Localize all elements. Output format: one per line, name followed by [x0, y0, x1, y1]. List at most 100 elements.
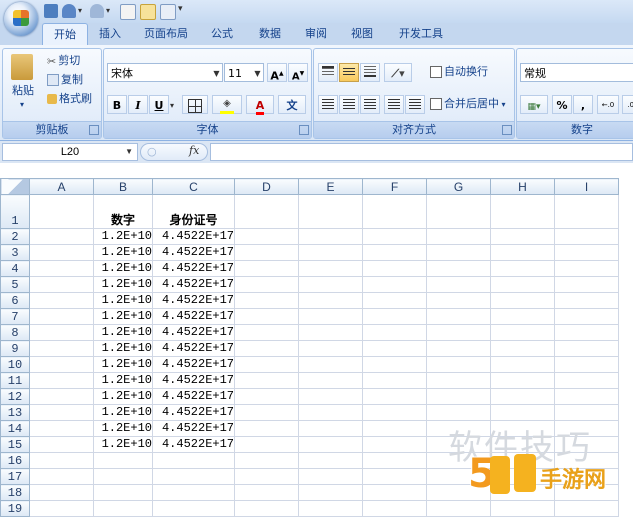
cell[interactable] [554, 276, 619, 293]
cell[interactable] [298, 244, 363, 261]
cell[interactable] [490, 372, 555, 389]
accounting-format-button[interactable]: ▦▾ [520, 95, 548, 114]
tab-review[interactable]: 审阅 [296, 23, 336, 45]
cell[interactable] [29, 260, 94, 277]
cell[interactable] [490, 404, 555, 421]
cell[interactable]: 4.4522E+17 [152, 324, 235, 341]
column-header[interactable]: I [554, 178, 619, 195]
cell[interactable] [234, 292, 299, 309]
cell[interactable] [298, 228, 363, 245]
align-middle-button[interactable] [339, 63, 359, 82]
shrink-font-button[interactable]: A▼ [288, 63, 308, 82]
orientation-button[interactable]: ⟋▾ [384, 63, 412, 82]
formula-input[interactable] [210, 143, 633, 161]
bold-button[interactable]: B [107, 95, 127, 114]
row-header[interactable]: 13 [0, 404, 30, 421]
cell[interactable] [93, 500, 153, 517]
cell[interactable] [234, 500, 299, 517]
cell[interactable] [362, 500, 427, 517]
form-icon[interactable] [160, 4, 176, 20]
undo-icon[interactable] [62, 4, 76, 18]
comma-button[interactable]: , [573, 95, 593, 114]
cell[interactable]: 1.2E+10 [93, 356, 153, 373]
tab-developer[interactable]: 开发工具 [390, 23, 452, 45]
column-header[interactable]: H [490, 178, 555, 195]
tab-view[interactable]: 视图 [342, 23, 382, 45]
cell[interactable] [29, 340, 94, 357]
cell[interactable] [362, 420, 427, 437]
increase-indent-button[interactable] [405, 95, 425, 114]
cell[interactable] [554, 388, 619, 405]
underline-button[interactable]: U [149, 95, 169, 114]
cell[interactable]: 4.4522E+17 [152, 292, 235, 309]
cell[interactable] [554, 500, 619, 517]
cell[interactable] [234, 244, 299, 261]
column-header[interactable]: E [298, 178, 363, 195]
tab-home[interactable]: 开始 [42, 23, 88, 46]
cell[interactable] [234, 194, 299, 229]
cell[interactable] [426, 292, 491, 309]
row-header[interactable]: 3 [0, 244, 30, 261]
cell[interactable]: 1.2E+10 [93, 228, 153, 245]
cell[interactable] [554, 308, 619, 325]
cell[interactable] [29, 484, 94, 501]
cell[interactable] [298, 404, 363, 421]
cell[interactable] [362, 260, 427, 277]
cell[interactable]: 1.2E+10 [93, 404, 153, 421]
cell[interactable]: 1.2E+10 [93, 276, 153, 293]
cell[interactable] [234, 324, 299, 341]
cell[interactable] [298, 420, 363, 437]
cell[interactable] [490, 308, 555, 325]
cell[interactable]: 4.4522E+17 [152, 436, 235, 453]
cell[interactable]: 4.4522E+17 [152, 388, 235, 405]
cell[interactable] [29, 292, 94, 309]
cell[interactable]: 1.2E+10 [93, 372, 153, 389]
cell[interactable] [234, 468, 299, 485]
cell[interactable] [298, 452, 363, 469]
cell[interactable]: 4.4522E+17 [152, 340, 235, 357]
cell[interactable] [152, 452, 235, 469]
cell[interactable]: 4.4522E+17 [152, 244, 235, 261]
column-header[interactable]: D [234, 178, 299, 195]
row-header[interactable]: 10 [0, 356, 30, 373]
grow-font-button[interactable]: A▲ [267, 63, 287, 83]
number-format-select[interactable]: 常规 [520, 63, 633, 82]
row-header[interactable]: 2 [0, 228, 30, 245]
row-header[interactable]: 15 [0, 436, 30, 453]
font-launcher-icon[interactable] [299, 125, 309, 135]
cell[interactable] [362, 468, 427, 485]
cell[interactable] [93, 452, 153, 469]
cell[interactable]: 1.2E+10 [93, 324, 153, 341]
cell[interactable] [554, 356, 619, 373]
cell[interactable] [298, 436, 363, 453]
row-header[interactable]: 6 [0, 292, 30, 309]
cell[interactable] [426, 308, 491, 325]
cell[interactable] [554, 324, 619, 341]
cell[interactable] [362, 388, 427, 405]
underline-dropdown-icon[interactable]: ▾ [170, 101, 174, 110]
cell[interactable] [234, 260, 299, 277]
cell[interactable] [362, 228, 427, 245]
undo-dropdown-icon[interactable]: ▾ [78, 6, 82, 15]
cell[interactable]: 1.2E+10 [93, 420, 153, 437]
cell[interactable] [554, 260, 619, 277]
cell[interactable] [362, 372, 427, 389]
font-size-select[interactable]: 11 ▼ [224, 63, 264, 82]
row-header[interactable]: 19 [0, 500, 30, 517]
cell[interactable]: 4.4522E+17 [152, 404, 235, 421]
cell[interactable] [29, 324, 94, 341]
row-header[interactable]: 1 [0, 194, 30, 229]
cell[interactable] [234, 404, 299, 421]
tab-data[interactable]: 数据 [250, 23, 290, 45]
cell[interactable] [554, 292, 619, 309]
cell[interactable] [362, 308, 427, 325]
cell[interactable] [490, 340, 555, 357]
cell[interactable] [152, 500, 235, 517]
row-header[interactable]: 12 [0, 388, 30, 405]
cell[interactable] [362, 404, 427, 421]
cell[interactable]: 1.2E+10 [93, 292, 153, 309]
cell[interactable] [29, 194, 94, 229]
cell[interactable] [426, 340, 491, 357]
cell[interactable]: 数字 [93, 194, 153, 229]
cell[interactable] [29, 372, 94, 389]
